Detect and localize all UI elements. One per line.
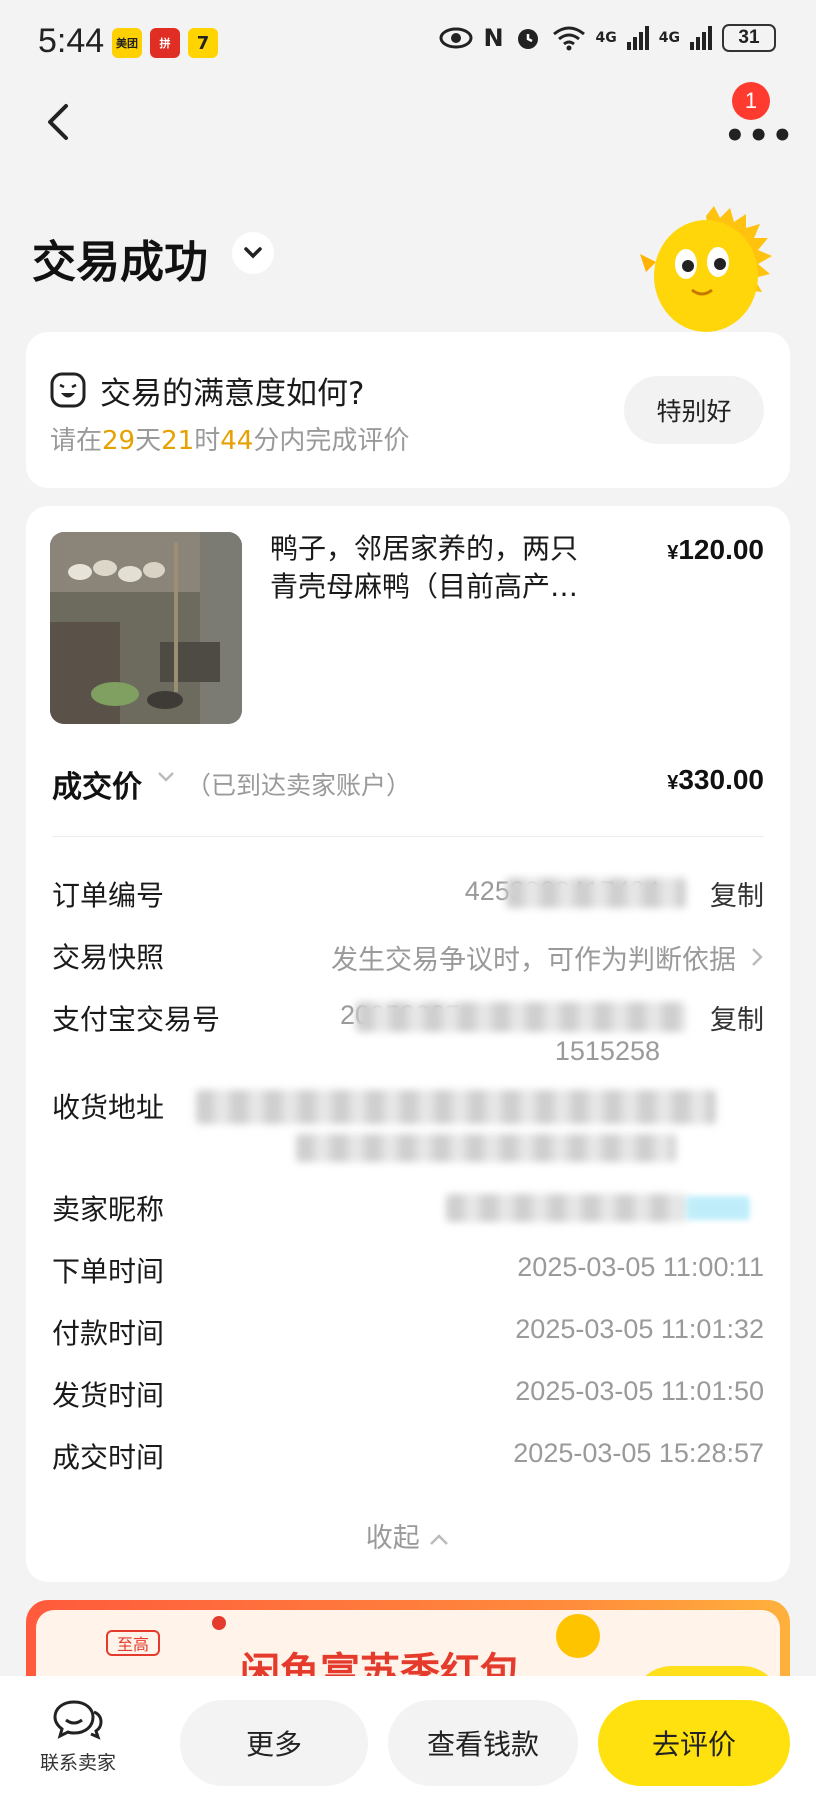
review-days: 29	[102, 426, 136, 456]
copy-alipay-number-button[interactable]: 复制	[710, 998, 764, 1037]
back-arrow-icon[interactable]	[38, 100, 82, 144]
deal-time-label: 成交时间	[52, 1441, 165, 1474]
signal-bars-icon	[626, 26, 649, 50]
ship-time-value: 2025-03-05 11:01:50	[515, 1376, 764, 1406]
promo-tag: 至高	[106, 1630, 160, 1656]
ship-time-label: 发货时间	[52, 1379, 165, 1412]
alipay-trade-value-line2: 1515258	[554, 1036, 660, 1066]
more-button[interactable]: 更多	[180, 1700, 368, 1786]
chevron-right-icon[interactable]	[750, 946, 764, 968]
deal-price: ¥330.00	[667, 764, 764, 796]
seller-nickname-label: 卖家昵称	[52, 1193, 165, 1226]
item-price: ¥120.00	[667, 534, 764, 566]
snapshot-value[interactable]: 发生交易争议时，可作为判断依据	[331, 938, 736, 977]
order-number-label: 订单编号	[52, 879, 165, 912]
review-deadline-prefix: 请在	[50, 426, 103, 456]
meituan-app-icon: 美团	[112, 28, 142, 58]
coin-icon	[556, 1614, 600, 1658]
item-price-currency: ¥	[667, 542, 679, 564]
snapshot-label: 交易快照	[52, 941, 165, 974]
status-indicators: N 4G 4G 31	[439, 24, 776, 52]
pay-time-label: 付款时间	[52, 1317, 165, 1350]
deal-price-value: 330.00	[678, 764, 764, 795]
review-question: 交易的满意度如何?	[100, 376, 365, 412]
redacted-address-line2	[296, 1134, 676, 1162]
notification-badge: 1	[732, 82, 770, 120]
review-card: 交易的满意度如何? 请在29天21时44分内完成评价 特别好	[26, 332, 790, 488]
qimao-app-icon: 7	[188, 28, 218, 58]
status-time: 5:44	[38, 22, 105, 60]
more-dots-icon: •••	[724, 116, 796, 156]
item-price-value: 120.00	[678, 534, 764, 565]
signal-4g-icon-2: 4G	[658, 30, 680, 46]
wifi-icon	[552, 26, 585, 51]
status-bar: 5:44 美团 拼 7 N 4G 4G 31	[0, 0, 816, 84]
page-title: 交易成功	[32, 237, 208, 288]
order-time-label: 下单时间	[52, 1255, 165, 1288]
nfc-icon: N	[483, 24, 504, 52]
battery-indicator: 31	[722, 24, 776, 52]
pinduoduo-app-icon: 拼	[150, 28, 180, 58]
contact-seller-label: 联系卖家	[39, 1752, 116, 1774]
chat-bubble-icon	[53, 1700, 103, 1740]
order-time-value: 2025-03-05 11:00:11	[517, 1252, 764, 1282]
deal-price-note: （已到达卖家账户）	[186, 771, 412, 800]
deal-price-currency: ¥	[667, 772, 679, 794]
bottom-action-bar: 联系卖家 更多 查看钱款 去评价	[0, 1676, 816, 1800]
chevron-down-icon[interactable]	[156, 770, 176, 784]
status-expand-button[interactable]	[232, 232, 274, 274]
status-app-icons: 美团 拼 7	[112, 28, 218, 58]
deal-time-value: 2025-03-05 15:28:57	[513, 1438, 764, 1468]
copy-order-number-button[interactable]: 复制	[710, 874, 764, 913]
promo-dot	[212, 1616, 226, 1630]
review-minutes: 44	[220, 426, 254, 456]
address-label: 收货地址	[52, 1091, 165, 1124]
review-deadline: 请在29天21时44分内完成评价	[50, 420, 409, 457]
view-money-button[interactable]: 查看钱款	[388, 1700, 578, 1786]
review-minutes-unit: 分内完成评价	[253, 426, 410, 456]
review-hours: 21	[161, 426, 195, 456]
item-title-line2: 青壳母麻鸭（目前高产…	[270, 570, 579, 603]
mascot-fish-icon	[640, 206, 772, 332]
alarm-icon	[517, 29, 538, 49]
signal-bars-icon-2	[690, 26, 712, 50]
collapse-label: 收起	[365, 1523, 420, 1554]
redacted-address-line1	[196, 1090, 716, 1124]
order-card: 鸭子，邻居家养的，两只 青壳母麻鸭（目前高产… ¥120.00 成交价 （已到达…	[26, 506, 790, 1582]
divider	[52, 836, 764, 837]
smiley-face-icon	[50, 372, 86, 408]
item-title-line1: 鸭子，邻居家养的，两只	[270, 532, 579, 565]
review-hours-unit: 时	[194, 426, 221, 456]
collapse-button[interactable]: 收起	[26, 1516, 790, 1555]
signal-4g-icon: 4G	[595, 30, 617, 46]
chevron-up-icon	[430, 1534, 449, 1545]
alipay-trade-label: 支付宝交易号	[52, 1003, 221, 1036]
redacted-seller-nickname	[446, 1194, 686, 1222]
redacted-mask	[506, 878, 686, 908]
eye-icon	[439, 27, 473, 49]
item-thumbnail[interactable]	[50, 532, 242, 724]
quick-review-button[interactable]: 特别好	[624, 376, 764, 444]
review-days-unit: 天	[135, 426, 162, 456]
redacted-mask	[356, 1002, 686, 1032]
write-review-button[interactable]: 去评价	[598, 1700, 790, 1786]
contact-seller-button[interactable]: 联系卖家	[28, 1698, 128, 1775]
pay-time-value: 2025-03-05 11:01:32	[515, 1314, 764, 1344]
more-menu-button[interactable]: ••• 1	[720, 82, 793, 153]
seller-tag	[686, 1196, 750, 1220]
item-title[interactable]: 鸭子，邻居家养的，两只 青壳母麻鸭（目前高产…	[270, 530, 610, 606]
chevron-down-icon	[244, 247, 262, 259]
deal-price-label[interactable]: 成交价	[52, 762, 142, 806]
